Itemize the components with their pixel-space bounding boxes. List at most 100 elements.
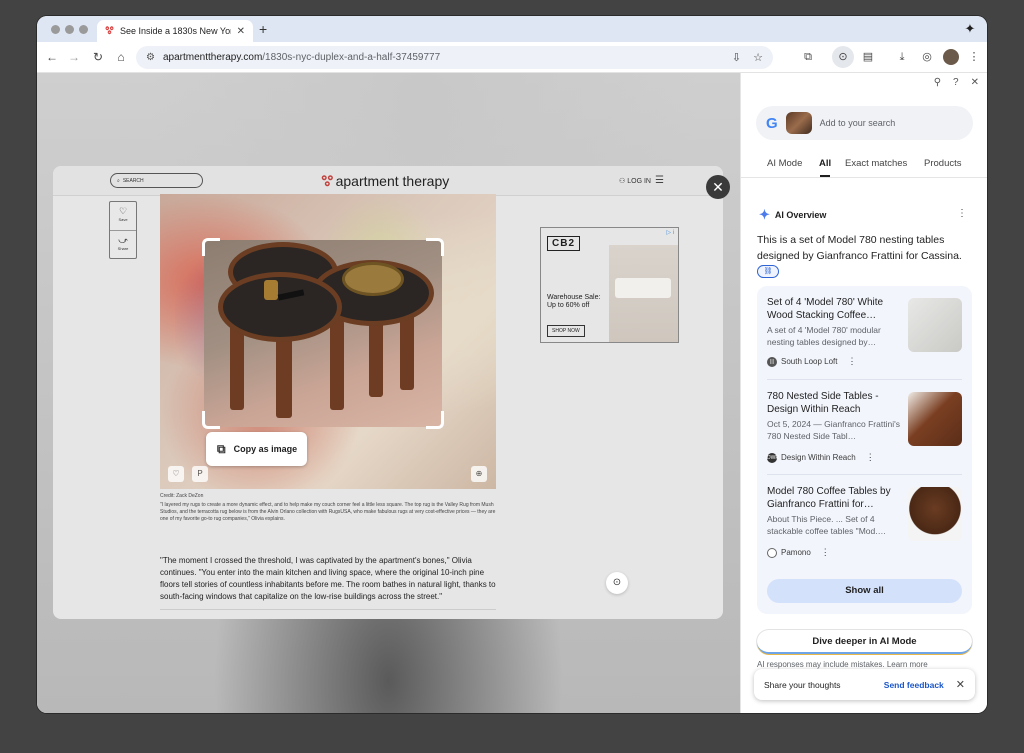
- sync-icon[interactable]: ◎: [919, 49, 935, 65]
- dismiss-feedback-icon[interactable]: ✕: [956, 678, 965, 691]
- browser-window: ꖜ See Inside a 1830s New York ✕ + ✦ ← → …: [37, 16, 987, 713]
- result-title[interactable]: Model 780 Coffee Tables by Gianfranco Fr…: [767, 485, 903, 511]
- result-more-icon[interactable]: ⋮: [866, 452, 875, 463]
- window-close-dot[interactable]: [51, 25, 60, 34]
- dive-deeper-ai-mode-button[interactable]: Dive deeper in AI Mode: [757, 630, 972, 654]
- photo-save-heart-icon[interactable]: ♡: [168, 466, 184, 482]
- back-icon[interactable]: ←: [45, 50, 59, 64]
- photo-credit: Credit: Zack DeZon: [160, 493, 204, 499]
- search-placeholder: Add to your search: [819, 118, 896, 128]
- result-card[interactable]: 780 Nested Side Tables - Design Within R…: [767, 390, 962, 480]
- home-icon[interactable]: ⌂: [114, 50, 128, 64]
- ashtray: [342, 262, 404, 296]
- show-all-button[interactable]: Show all: [767, 579, 962, 603]
- download-icon[interactable]: ⤓: [894, 49, 910, 65]
- result-title[interactable]: 780 Nested Side Tables - Design Within R…: [767, 390, 903, 416]
- feedback-prompt: Share your thoughts: [764, 679, 841, 690]
- lens-floating-icon[interactable]: ⊙: [606, 572, 628, 594]
- result-more-icon[interactable]: ⋮: [848, 356, 857, 367]
- article-paragraph: "The moment I crossed the threshold, I w…: [160, 556, 496, 601]
- logo-mark-icon: ꖜ: [321, 173, 334, 189]
- unpin-icon[interactable]: ⚲: [934, 77, 941, 88]
- tab-title: See Inside a 1830s New York: [120, 26, 231, 36]
- extensions-icon[interactable]: ⧉: [800, 49, 816, 65]
- toolbar: ← → ↻ ⌂ ⚙ apartmenttherapy.com/1830s-nyc…: [37, 42, 987, 73]
- send-feedback-button[interactable]: Send feedback: [884, 680, 944, 690]
- reload-icon[interactable]: ↻: [91, 50, 105, 64]
- address-bar[interactable]: ⚙ apartmenttherapy.com/1830s-nyc-duplex-…: [136, 46, 773, 69]
- crop-handle-top-left[interactable]: [202, 238, 220, 256]
- bookmark-star-icon[interactable]: ☆: [753, 51, 763, 64]
- tab-exact-matches[interactable]: Exact matches: [845, 158, 907, 169]
- result-thumbnail[interactable]: [908, 392, 962, 446]
- window-minimize-dot[interactable]: [65, 25, 74, 34]
- lens-side-panel: ⚲ ? ✕ G Add to your search AI Mode All E…: [740, 73, 987, 713]
- result-description: A set of 4 'Model 780' modular nesting t…: [767, 325, 881, 347]
- browser-menu-icon[interactable]: ⋮: [966, 49, 982, 65]
- copy-as-image-label: Copy as image: [233, 444, 298, 454]
- save-button[interactable]: ♡ Save: [110, 202, 136, 231]
- window-zoom-dot[interactable]: [79, 25, 88, 34]
- help-icon[interactable]: ?: [953, 77, 959, 88]
- lens-selection-region[interactable]: [202, 238, 444, 429]
- forward-icon[interactable]: →: [67, 50, 81, 64]
- result-description: About This Piece. ... Set of 4 stackable…: [767, 514, 887, 536]
- source-link-icon[interactable]: ⛓: [757, 264, 779, 278]
- google-lens-icon[interactable]: ⊙: [832, 46, 854, 68]
- tab-products[interactable]: Products: [924, 158, 962, 169]
- reading-list-icon[interactable]: ▤: [860, 49, 876, 65]
- tab-ai-mode[interactable]: AI Mode: [767, 158, 802, 169]
- result-tabs: AI Mode All Exact matches Products: [741, 153, 987, 178]
- source-favicon-icon: DWR: [767, 452, 779, 463]
- ad-shop-now-button[interactable]: SHOP NOW: [547, 325, 585, 337]
- browser-tab[interactable]: ꖜ See Inside a 1830s New York ✕: [97, 20, 253, 42]
- lens-search-box[interactable]: G Add to your search: [756, 106, 973, 140]
- zoom-in-icon[interactable]: ⊕: [471, 466, 487, 482]
- search-image-thumbnail[interactable]: [785, 112, 812, 134]
- result-description: Oct 5, 2024 — Gianfranco Frattini's 780 …: [767, 419, 900, 441]
- photo-caption: Credit: Zack DeZon "I layered my rugs to…: [160, 493, 496, 522]
- gemini-icon[interactable]: ✦: [961, 20, 979, 38]
- hamburger-menu-icon[interactable]: ☰: [655, 175, 664, 186]
- site-favicon-icon: ꖜ: [105, 25, 114, 37]
- site-info-icon[interactable]: ⚙: [146, 52, 155, 63]
- result-card[interactable]: Model 780 Coffee Tables by Gianfranco Fr…: [767, 485, 962, 575]
- result-source: ||| South Loop Loft ⋮: [767, 356, 857, 367]
- result-thumbnail[interactable]: [908, 298, 962, 352]
- ai-overview-text: This is a set of Model 780 nesting table…: [757, 233, 972, 280]
- site-header: ⌕ SEARCH ꖜ apartment therapy ⚇ LOG IN ☰: [53, 166, 723, 196]
- close-tab-icon[interactable]: ✕: [237, 26, 245, 37]
- ad-choices-icon[interactable]: ▷ i: [666, 229, 674, 236]
- ai-disclaimer: AI responses may include mistakes. Learn…: [757, 660, 928, 669]
- tab-all[interactable]: All: [819, 158, 831, 169]
- crop-handle-top-right[interactable]: [426, 238, 444, 256]
- profile-avatar[interactable]: [943, 49, 959, 65]
- advertisement[interactable]: CB2 ▷ i Warehouse Sale: Up to 60% off SH…: [540, 227, 679, 343]
- install-app-icon[interactable]: ⇩: [732, 51, 741, 64]
- active-tab-indicator: [820, 175, 830, 177]
- result-thumbnail[interactable]: [908, 487, 962, 541]
- result-more-icon[interactable]: ⋮: [821, 547, 830, 558]
- page-content: ⌕ SEARCH ꖜ apartment therapy ⚇ LOG IN ☰ ♡…: [37, 73, 740, 713]
- url-text[interactable]: apartmenttherapy.com/1830s-nyc-duplex-an…: [163, 52, 440, 63]
- site-login-link[interactable]: ⚇ LOG IN: [619, 177, 651, 185]
- site-search-label: SEARCH: [122, 177, 144, 184]
- result-title[interactable]: Set of 4 'Model 780' White Wood Stacking…: [767, 296, 903, 322]
- close-lens-overlay-button[interactable]: ✕: [706, 175, 730, 199]
- new-tab-button[interactable]: +: [259, 21, 267, 37]
- close-panel-icon[interactable]: ✕: [971, 77, 979, 88]
- website-preview: ⌕ SEARCH ꖜ apartment therapy ⚇ LOG IN ☰ ♡…: [53, 166, 723, 619]
- crop-handle-bottom-right[interactable]: [426, 411, 444, 429]
- site-search-box[interactable]: ⌕ SEARCH: [110, 173, 203, 188]
- candle-holder: [264, 280, 278, 300]
- result-card[interactable]: Set of 4 'Model 780' White Wood Stacking…: [767, 296, 962, 386]
- pinterest-icon[interactable]: P: [192, 466, 208, 482]
- share-button[interactable]: ⤻ Share: [110, 231, 136, 260]
- tab-strip: ꖜ See Inside a 1830s New York ✕ + ✦: [37, 16, 987, 42]
- ai-overview-more-icon[interactable]: ⋮: [957, 208, 967, 219]
- article-photo: ⧉ Copy as image ♡ P ⊕: [160, 194, 496, 489]
- search-icon: ⌕: [117, 177, 120, 184]
- crop-handle-bottom-left[interactable]: [202, 411, 220, 429]
- copy-as-image-button[interactable]: ⧉ Copy as image: [206, 432, 307, 466]
- site-logo[interactable]: ꖜ apartment therapy: [321, 173, 449, 190]
